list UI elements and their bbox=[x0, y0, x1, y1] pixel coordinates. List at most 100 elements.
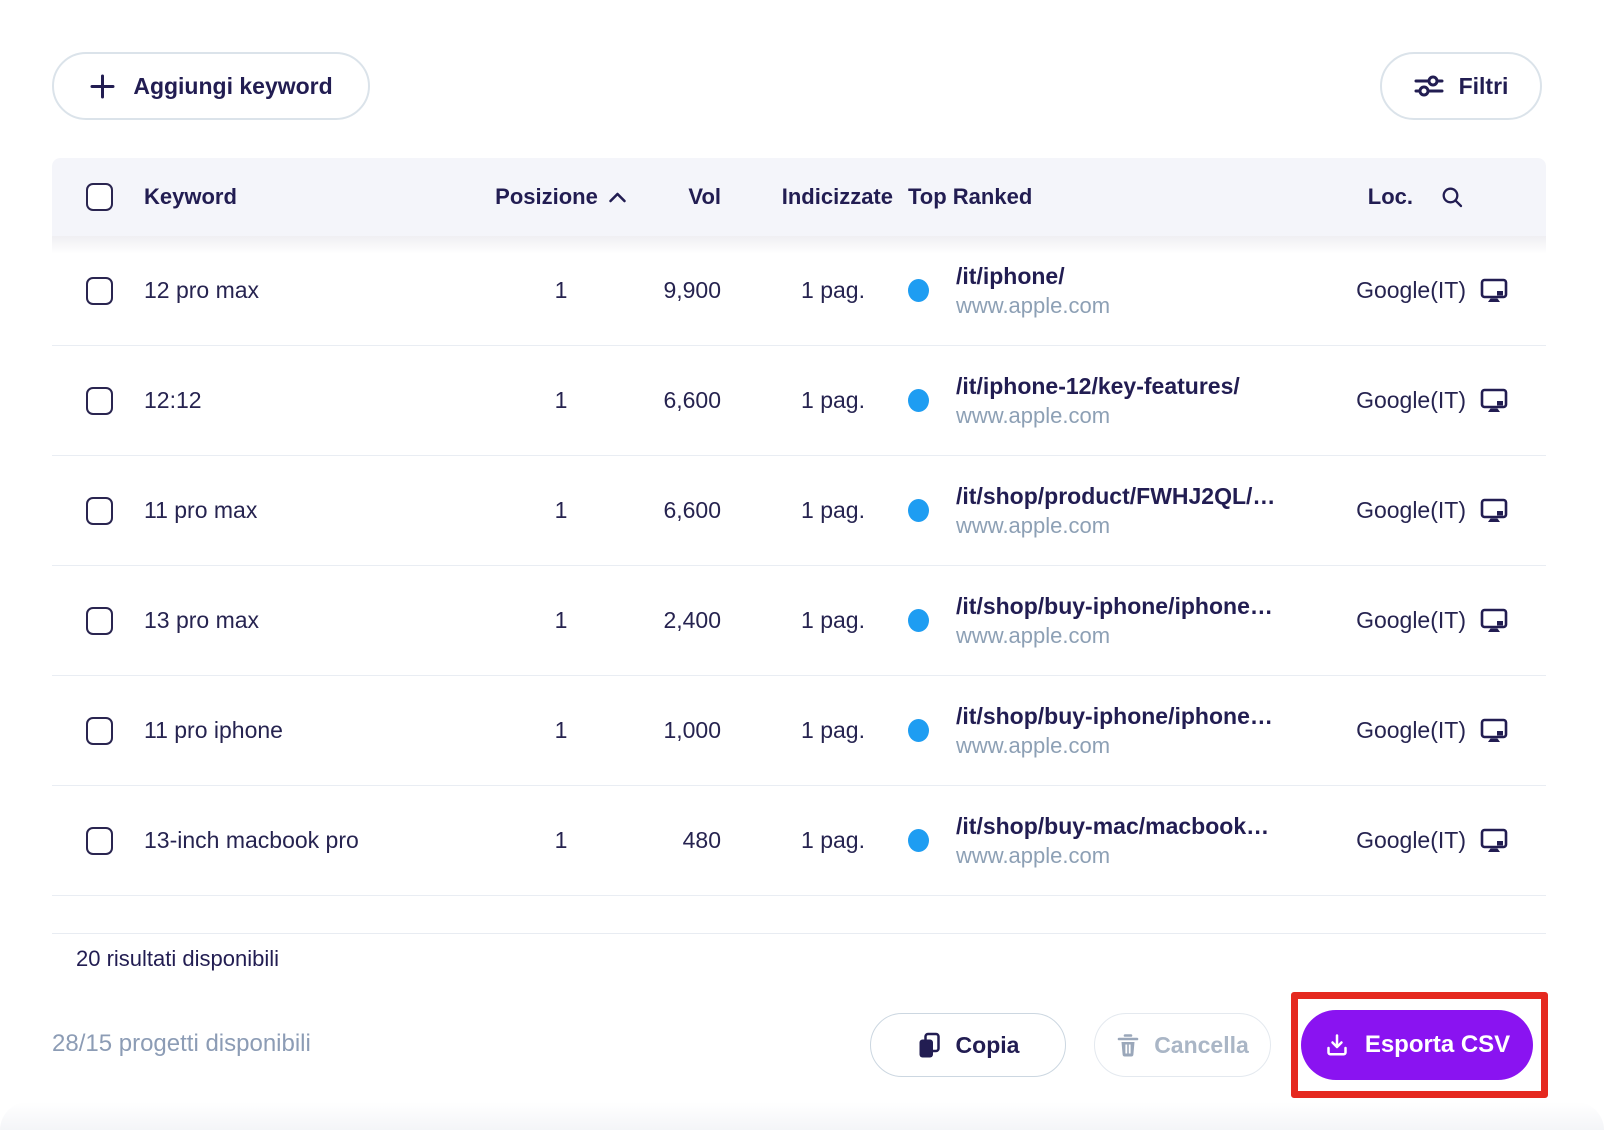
ranked-url[interactable]: /it/shop/buy-iphone/iphone… bbox=[956, 591, 1273, 621]
delete-label: Cancella bbox=[1154, 1032, 1249, 1059]
blue-dot-icon bbox=[908, 389, 929, 412]
row-checkbox[interactable] bbox=[86, 387, 113, 415]
row-checkbox[interactable] bbox=[86, 717, 113, 745]
row-checkbox[interactable] bbox=[86, 277, 113, 305]
column-top-ranked: Top Ranked bbox=[897, 158, 1331, 236]
column-vol: Vol bbox=[641, 158, 727, 236]
blue-dot-icon bbox=[908, 719, 929, 742]
top-ranked-cell: /it/shop/buy-iphone/iphone… www.apple.co… bbox=[897, 676, 1331, 785]
desktop-monitor-icon bbox=[1480, 498, 1508, 524]
ranked-domain: www.apple.com bbox=[956, 841, 1269, 871]
column-keyword: Keyword bbox=[136, 158, 481, 236]
indexed-cell: 1 pag. bbox=[727, 456, 897, 565]
table-row: 11 pro iphone 1 1,000 1 pag. /it/shop/bu… bbox=[52, 676, 1546, 786]
position-cell: 1 bbox=[481, 456, 641, 565]
add-keyword-label: Aggiungi keyword bbox=[133, 73, 332, 100]
blue-dot-icon bbox=[908, 279, 929, 302]
loc-cell: Google(IT) bbox=[1331, 346, 1546, 455]
row-checkbox[interactable] bbox=[86, 827, 113, 855]
delete-button[interactable]: Cancella bbox=[1094, 1013, 1271, 1077]
ranked-url[interactable]: /it/iphone-12/key-features/ bbox=[956, 371, 1240, 401]
top-ranked-cell: /it/iphone/ www.apple.com bbox=[897, 236, 1331, 345]
desktop-monitor-icon bbox=[1480, 718, 1508, 744]
ranked-domain: www.apple.com bbox=[956, 731, 1273, 761]
indexed-cell: 1 pag. bbox=[727, 676, 897, 785]
copy-icon bbox=[917, 1032, 941, 1059]
table-row: 11 pro max 1 6,600 1 pag. /it/shop/produ… bbox=[52, 456, 1546, 566]
search-icon[interactable] bbox=[1441, 186, 1464, 209]
table-body: 12 pro max 1 9,900 1 pag. /it/iphone/ ww… bbox=[52, 236, 1546, 896]
top-ranked-cell: /it/iphone-12/key-features/ www.apple.co… bbox=[897, 346, 1331, 455]
ranked-domain: www.apple.com bbox=[956, 621, 1273, 651]
column-loc: Loc. bbox=[1368, 184, 1413, 210]
results-count-bar: 20 risultati disponibili bbox=[52, 933, 1546, 984]
column-position[interactable]: Posizione bbox=[481, 158, 641, 236]
sliders-icon bbox=[1414, 72, 1444, 100]
copy-label: Copia bbox=[956, 1032, 1020, 1059]
table-header: Keyword Posizione Vol Indicizzate Top Ra… bbox=[52, 158, 1546, 236]
export-csv-label: Esporta CSV bbox=[1365, 1031, 1510, 1059]
vol-cell: 6,600 bbox=[641, 346, 727, 455]
keyword-cell: 11 pro iphone bbox=[136, 676, 481, 785]
indexed-cell: 1 pag. bbox=[727, 566, 897, 675]
ranked-url[interactable]: /it/shop/buy-mac/macbook… bbox=[956, 811, 1269, 841]
blue-dot-icon bbox=[908, 609, 929, 632]
results-count: 20 risultati disponibili bbox=[76, 946, 279, 972]
loc-cell: Google(IT) bbox=[1331, 676, 1546, 785]
chevron-up-icon bbox=[608, 191, 627, 204]
add-keyword-button[interactable]: Aggiungi keyword bbox=[52, 52, 370, 120]
ranked-url[interactable]: /it/iphone/ bbox=[956, 261, 1110, 291]
select-all-checkbox[interactable] bbox=[86, 183, 113, 211]
row-checkbox[interactable] bbox=[86, 497, 113, 525]
export-csv-button[interactable]: Esporta CSV bbox=[1301, 1010, 1533, 1080]
desktop-monitor-icon bbox=[1480, 828, 1508, 854]
column-indexed: Indicizzate bbox=[727, 158, 897, 236]
position-cell: 1 bbox=[481, 786, 641, 895]
row-checkbox[interactable] bbox=[86, 607, 113, 635]
top-ranked-cell: /it/shop/buy-iphone/iphone… www.apple.co… bbox=[897, 566, 1331, 675]
vol-cell: 480 bbox=[641, 786, 727, 895]
vol-cell: 6,600 bbox=[641, 456, 727, 565]
keyword-cell: 11 pro max bbox=[136, 456, 481, 565]
download-icon bbox=[1324, 1032, 1350, 1058]
table-row: 12 pro max 1 9,900 1 pag. /it/iphone/ ww… bbox=[52, 236, 1546, 346]
indexed-cell: 1 pag. bbox=[727, 346, 897, 455]
loc-cell: Google(IT) bbox=[1331, 786, 1546, 895]
ranked-url[interactable]: /it/shop/buy-iphone/iphone… bbox=[956, 701, 1273, 731]
plus-icon bbox=[89, 73, 116, 100]
ranked-domain: www.apple.com bbox=[956, 401, 1240, 431]
vol-cell: 2,400 bbox=[641, 566, 727, 675]
loc-cell: Google(IT) bbox=[1331, 566, 1546, 675]
vol-cell: 9,900 bbox=[641, 236, 727, 345]
table-row: 13 pro max 1 2,400 1 pag. /it/shop/buy-i… bbox=[52, 566, 1546, 676]
position-cell: 1 bbox=[481, 676, 641, 785]
indexed-cell: 1 pag. bbox=[727, 236, 897, 345]
position-cell: 1 bbox=[481, 236, 641, 345]
indexed-cell: 1 pag. bbox=[727, 786, 897, 895]
keyword-cell: 13 pro max bbox=[136, 566, 481, 675]
filters-button[interactable]: Filtri bbox=[1380, 52, 1542, 120]
next-section-edge bbox=[0, 1102, 1604, 1130]
ranked-domain: www.apple.com bbox=[956, 511, 1275, 541]
blue-dot-icon bbox=[908, 499, 929, 522]
loc-cell: Google(IT) bbox=[1331, 236, 1546, 345]
vol-cell: 1,000 bbox=[641, 676, 727, 785]
projects-available-text: 28/15 progetti disponibili bbox=[52, 1030, 311, 1058]
blue-dot-icon bbox=[908, 829, 929, 852]
position-cell: 1 bbox=[481, 346, 641, 455]
copy-button[interactable]: Copia bbox=[870, 1013, 1066, 1077]
desktop-monitor-icon bbox=[1480, 388, 1508, 414]
keyword-cell: 13-inch macbook pro bbox=[136, 786, 481, 895]
top-ranked-cell: /it/shop/buy-mac/macbook… www.apple.com bbox=[897, 786, 1331, 895]
desktop-monitor-icon bbox=[1480, 608, 1508, 634]
filters-label: Filtri bbox=[1459, 73, 1509, 100]
keyword-cell: 12:12 bbox=[136, 346, 481, 455]
keywords-table: Keyword Posizione Vol Indicizzate Top Ra… bbox=[52, 158, 1546, 984]
table-row: 13-inch macbook pro 1 480 1 pag. /it/sho… bbox=[52, 786, 1546, 896]
trash-icon bbox=[1116, 1032, 1140, 1058]
ranked-url[interactable]: /it/shop/product/FWHJ2QL/… bbox=[956, 481, 1275, 511]
table-row: 12:12 1 6,600 1 pag. /it/iphone-12/key-f… bbox=[52, 346, 1546, 456]
desktop-monitor-icon bbox=[1480, 278, 1508, 304]
ranked-domain: www.apple.com bbox=[956, 291, 1110, 321]
loc-cell: Google(IT) bbox=[1331, 456, 1546, 565]
